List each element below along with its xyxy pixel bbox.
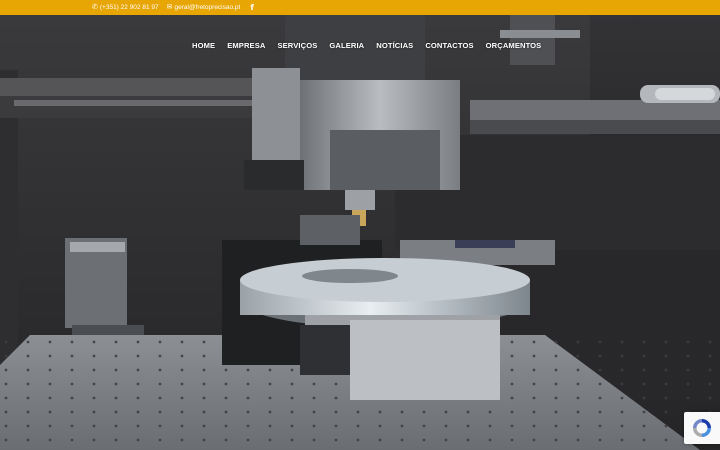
nav-contactos[interactable]: CONTACTOS [425, 41, 473, 50]
nav-noticias[interactable]: NOTÍCIAS [376, 41, 413, 50]
nav-orcamentos[interactable]: ORÇAMENTOS [486, 41, 542, 50]
nav-servicos[interactable]: SERVIÇOS [277, 41, 317, 50]
main-navigation: HOME EMPRESA SERVIÇOS GALERIA NOTÍCIAS C… [192, 41, 541, 50]
top-info-bar: ✆ (+351) 22 902 81 97 ✉ geral@fretopreci… [0, 0, 720, 15]
phone-icon: ✆ [92, 4, 98, 11]
nav-galeria[interactable]: GALERIA [329, 41, 364, 50]
cnc-machine-render-icon [0, 15, 720, 450]
phone-contact[interactable]: ✆ (+351) 22 902 81 97 [92, 4, 159, 11]
recaptcha-badge[interactable] [684, 412, 720, 444]
facebook-icon[interactable]: f [250, 3, 253, 12]
hero-banner [0, 15, 720, 450]
envelope-icon: ✉ [166, 4, 173, 11]
phone-number[interactable]: (+351) 22 902 81 97 [100, 4, 159, 11]
nav-empresa[interactable]: EMPRESA [227, 41, 265, 50]
recaptcha-icon [693, 419, 711, 437]
email-contact[interactable]: ✉ geral@fretoprecisao.pt [167, 4, 241, 11]
email-address[interactable]: geral@fretoprecisao.pt [174, 4, 240, 11]
nav-home[interactable]: HOME [192, 41, 215, 50]
